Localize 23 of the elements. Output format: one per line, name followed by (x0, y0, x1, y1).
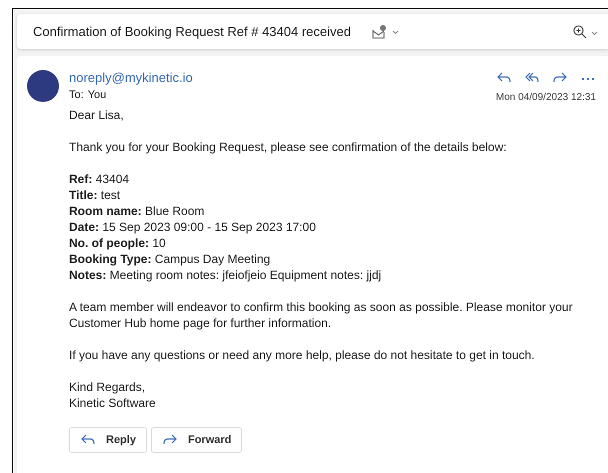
detail-line: Date: 15 Sep 2023 09:00 - 15 Sep 2023 17:00 (69, 219, 317, 235)
subject-title: Confirmation of Booking Request Ref # 43404 received (33, 24, 351, 39)
detail-line: Room name: Blue Room (69, 203, 206, 219)
detail-line: Booking Type: Campus Day Meeting (69, 251, 272, 267)
body-text: Thank you for your Booking Request, please see confirmation of the details below: (69, 139, 508, 155)
envelope-check-icon[interactable] (370, 24, 401, 40)
detail-line: Notes: Meeting room notes: jfeiofjeio Equipment notes: jjdj (69, 267, 382, 283)
recipient: You (88, 89, 106, 101)
detail-line: Title: test (69, 187, 122, 203)
forward-button[interactable]: Forward (150, 427, 242, 453)
zoom-icon[interactable] (572, 24, 600, 40)
date-time: Mon 04/09/2023 12:31 (496, 92, 596, 103)
body-text: A team member will endeavor to confirm this booking as soon as possible. Please monitor your Customer Hub home page for further information. (69, 299, 574, 331)
body-text: If you have any questions or need any more help, please do not hesitate to get in touch. (69, 347, 536, 363)
detail-line: No. of people: 10 (69, 235, 167, 251)
reply-button[interactable]: Reply (69, 427, 147, 453)
signature-line: Kind Regards, (69, 379, 146, 395)
greeting: Dear Lisa, (69, 107, 125, 123)
avatar (27, 70, 59, 102)
detail-line: Ref: 43404 (69, 171, 130, 187)
to-label: To: (69, 89, 84, 101)
sender-address[interactable]: noreply@mykinetic.io (69, 70, 496, 86)
signature-line: Kinetic Software (69, 395, 157, 411)
